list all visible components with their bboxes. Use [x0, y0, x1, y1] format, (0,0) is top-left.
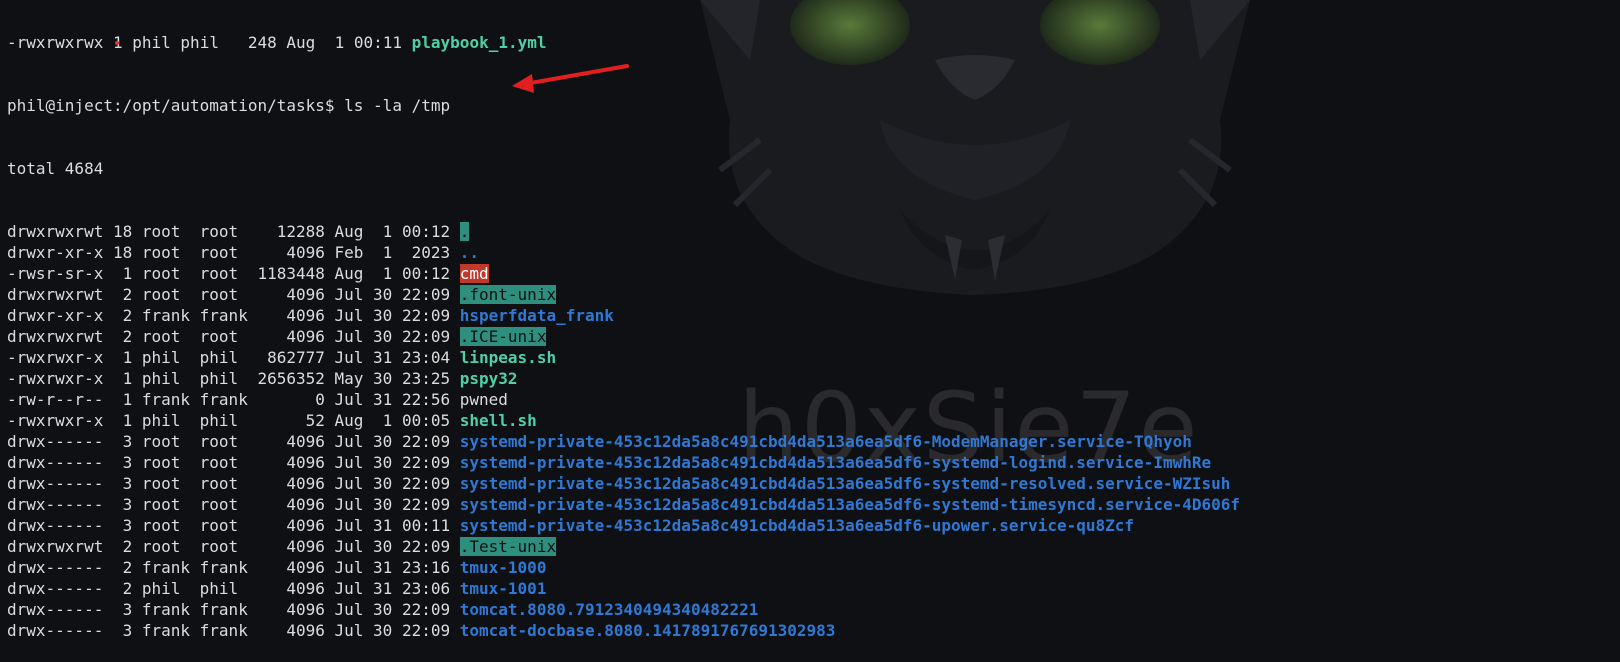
file-name: systemd-private-453c12da5a8c491cbd4da513… [459, 495, 1241, 514]
file-name: systemd-private-453c12da5a8c491cbd4da513… [459, 516, 1135, 535]
listing-row: drwx------ 3 frank frank 4096 Jul 30 22:… [7, 620, 1240, 641]
red-arrow-icon [512, 64, 629, 93]
file-meta: drwx------ 3 frank frank 4096 Jul 30 22:… [7, 600, 460, 619]
file-meta: drwx------ 3 frank frank 4096 Jul 30 22:… [7, 621, 460, 640]
file-name: .Test-unix [459, 537, 557, 556]
file-name: tomcat.8080.7912340494340482221 [459, 600, 759, 619]
listing-row: drwx------ 3 root root 4096 Jul 30 22:09… [7, 473, 1240, 494]
listing-row: drwx------ 3 frank frank 4096 Jul 30 22:… [7, 599, 1240, 620]
listing-row: drwx------ 3 root root 4096 Jul 31 00:11… [7, 515, 1240, 536]
file-meta: drwxrwxrwt 2 root root 4096 Jul 30 22:09 [7, 537, 460, 556]
listing-row: drwxrwxrwt 2 root root 4096 Jul 30 22:09… [7, 536, 1240, 557]
file-name: tmux-1000 [459, 558, 547, 577]
listing-row: drwx------ 2 frank frank 4096 Jul 31 23:… [7, 557, 1240, 578]
file-meta: drwx------ 2 phil phil 4096 Jul 31 23:06 [7, 579, 460, 598]
file-name: tmux-1001 [459, 579, 547, 598]
file-meta: drwx------ 3 root root 4096 Jul 30 22:09 [7, 495, 460, 514]
file-name: tomcat-docbase.8080.1417891767691302983 [459, 621, 836, 640]
file-meta: drwx------ 3 root root 4096 Jul 30 22:09 [7, 474, 460, 493]
listing-row: drwx------ 2 phil phil 4096 Jul 31 23:06… [7, 578, 1240, 599]
file-meta: drwx------ 3 root root 4096 Jul 31 00:11 [7, 516, 460, 535]
file-name: systemd-private-453c12da5a8c491cbd4da513… [459, 474, 1231, 493]
listing-row: drwx------ 3 root root 4096 Jul 30 22:09… [7, 494, 1240, 515]
file-meta: drwx------ 2 frank frank 4096 Jul 31 23:… [7, 558, 460, 577]
